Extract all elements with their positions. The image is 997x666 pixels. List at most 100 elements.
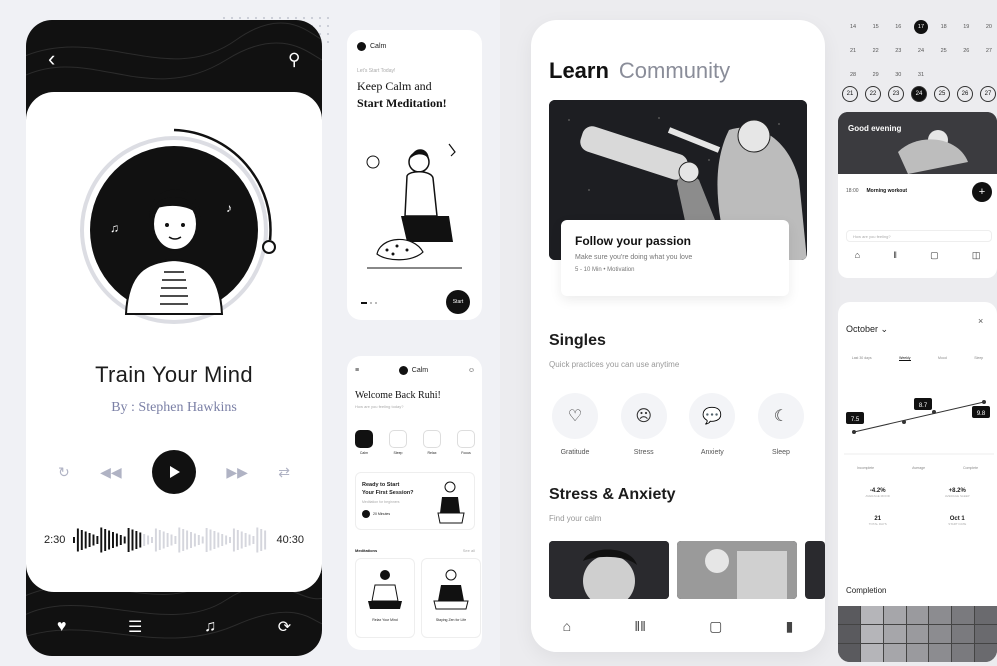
week-day[interactable]: 22 <box>865 86 881 102</box>
calendar-day[interactable]: 26 <box>959 44 973 58</box>
single-gratitude[interactable]: ♡ Gratitude <box>545 393 605 456</box>
waveform-bar <box>155 528 158 552</box>
close-icon[interactable]: × <box>978 316 983 326</box>
menu-icon[interactable]: ≡ <box>355 367 359 374</box>
meditation-title: Relax Your Mind <box>372 618 398 622</box>
waveform-bar <box>116 533 119 547</box>
calendar-day[interactable]: 15 <box>869 20 883 34</box>
meditations-header: Meditations See all <box>355 548 475 553</box>
share-icon[interactable]: ⟳ <box>278 617 291 637</box>
calm-logo-text: Calm <box>370 43 387 50</box>
meditation-card[interactable]: Staying Zen for Life <box>421 558 481 638</box>
profile-icon[interactable]: ☺ <box>468 367 475 374</box>
month-selector[interactable]: October ⌄ <box>846 324 888 335</box>
heatmap-cell <box>838 625 860 643</box>
thumbnail-card[interactable] <box>677 541 798 599</box>
calendar-day[interactable]: 25 <box>937 44 951 58</box>
calendar-day[interactable]: 17 <box>913 20 928 34</box>
start-button[interactable]: Start <box>446 290 470 314</box>
calendar-day[interactable]: 31 <box>914 68 928 82</box>
category-calm[interactable]: Calm <box>355 430 373 455</box>
waveform-bar <box>256 527 259 553</box>
shuffle-icon[interactable]: ⇄ <box>278 464 290 481</box>
stats-icon[interactable]: ‖‖ <box>634 618 646 634</box>
stats-filter-tab[interactable]: Mood <box>938 356 947 361</box>
first-session-card[interactable]: Ready to Start Your First Session? Medita… <box>355 472 475 530</box>
calendar-day[interactable]: 28 <box>846 68 860 82</box>
calendar-icon[interactable]: ▢ <box>930 250 939 261</box>
back-chevron-icon[interactable]: ‹ <box>48 46 55 72</box>
meditation-illustration <box>433 569 469 610</box>
stats-filter-tab[interactable]: Last 30 days <box>852 356 872 361</box>
waveform-bar <box>135 531 138 549</box>
calendar-icon[interactable]: ▢ <box>709 618 722 635</box>
calendar-day[interactable] <box>982 68 996 82</box>
single-anxiety[interactable]: 💬 Anxiety <box>682 393 742 456</box>
pager-dots <box>361 302 377 304</box>
waveform-bar <box>120 535 123 545</box>
bookmark-icon[interactable]: ▮ <box>786 618 794 635</box>
playlist-icon[interactable]: ☰ <box>128 617 142 637</box>
week-day[interactable]: 23 <box>888 86 904 102</box>
calendar-day[interactable]: 30 <box>891 68 905 82</box>
calendar-day[interactable]: 27 <box>982 44 996 58</box>
add-button[interactable]: + <box>972 182 992 202</box>
week-day[interactable]: 26 <box>957 86 973 102</box>
calendar-day[interactable]: 21 <box>846 44 860 58</box>
calendar-day[interactable] <box>959 68 973 82</box>
category-sleep[interactable]: Sleep <box>389 430 407 455</box>
calendar-day[interactable]: 18 <box>937 20 951 34</box>
learn-tabs: Learn Community <box>549 58 730 84</box>
music-note-icon[interactable]: ♫ <box>204 618 216 636</box>
home-icon[interactable]: ⌂ <box>563 618 571 634</box>
evening-banner: Good evening <box>838 112 997 174</box>
feeling-input[interactable]: How are you feeling? <box>846 230 992 242</box>
stats-icon[interactable]: ‖ <box>893 250 897 261</box>
heatmap-cell <box>838 644 860 662</box>
heart-icon[interactable]: ♥ <box>57 618 67 636</box>
week-day[interactable]: 27 <box>980 86 996 102</box>
task-row[interactable]: 18:00 Morning workout <box>846 188 907 194</box>
player-bottom-bar: ♥ ☰ ♫ ⟳ <box>26 602 322 652</box>
calendar-day[interactable]: 14 <box>846 20 860 34</box>
rewind-icon[interactable]: ◀◀ <box>100 464 122 481</box>
stats-filter-tab[interactable]: Sleep <box>974 356 983 361</box>
see-all-link[interactable]: See all <box>463 548 475 553</box>
waveform-bar <box>209 529 212 551</box>
thumbnail-card[interactable] <box>549 541 670 599</box>
tab-community[interactable]: Community <box>619 58 730 84</box>
week-day[interactable]: 25 <box>934 86 950 102</box>
calendar-day[interactable]: 16 <box>891 20 905 34</box>
category-relax[interactable]: Relax <box>423 430 441 455</box>
calendar-day[interactable]: 20 <box>982 20 996 34</box>
play-button[interactable] <box>152 450 196 494</box>
calendar-day[interactable]: 22 <box>869 44 883 58</box>
repeat-icon[interactable]: ↻ <box>58 464 70 481</box>
calendar-day[interactable]: 24 <box>914 44 928 58</box>
calendar-day[interactable]: 23 <box>891 44 905 58</box>
calendar-day[interactable]: 19 <box>959 20 973 34</box>
svg-text:♪: ♪ <box>226 201 232 215</box>
waveform-seekbar[interactable] <box>73 525 268 555</box>
meditation-card[interactable]: Relax Your Mind <box>355 558 415 638</box>
search-icon[interactable]: ⚲ <box>288 50 300 70</box>
forward-icon[interactable]: ▶▶ <box>226 464 248 481</box>
single-stress[interactable]: ☹ Stress <box>614 393 674 456</box>
tab-learn[interactable]: Learn <box>549 58 609 84</box>
reading-person-illustration <box>437 481 465 524</box>
waveform-bar <box>182 529 185 551</box>
notes-icon[interactable]: ◫ <box>972 250 981 261</box>
stats-filter-tab[interactable]: Weekly <box>899 356 911 361</box>
week-day[interactable]: 21 <box>842 86 858 102</box>
single-sleep[interactable]: ☾ Sleep <box>751 393 811 456</box>
home-icon[interactable]: ⌂ <box>855 250 860 261</box>
week-day[interactable]: 24 <box>911 86 927 102</box>
thumbnail-card[interactable] <box>805 541 825 599</box>
calendar-day[interactable] <box>937 68 951 82</box>
waveform-bar <box>237 530 240 550</box>
category-focus[interactable]: Focus <box>457 430 475 455</box>
singles-subtitle: Quick practices you can use anytime <box>549 360 680 369</box>
moon-icon: ☾ <box>757 393 804 439</box>
calendar-day[interactable]: 29 <box>869 68 883 82</box>
follow-passion-card[interactable]: Follow your passion Make sure you're doi… <box>561 220 789 296</box>
